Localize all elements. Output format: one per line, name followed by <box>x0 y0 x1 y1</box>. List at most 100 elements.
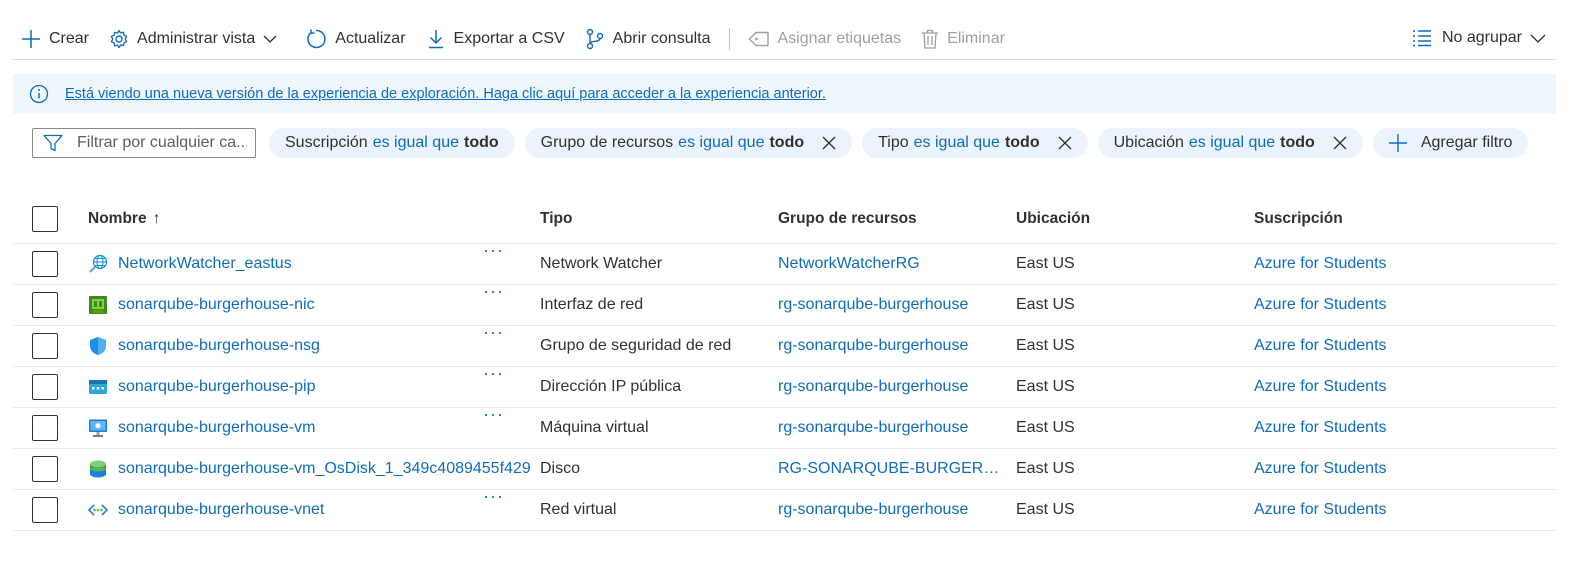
resource-name-link[interactable]: sonarqube-burgerhouse-nsg <box>118 337 320 355</box>
resource-type: Red virtual <box>540 501 617 518</box>
refresh-button[interactable]: Actualizar <box>295 19 415 59</box>
row-checkbox[interactable] <box>32 456 58 482</box>
trash-icon <box>922 29 939 49</box>
subscription-link[interactable]: Azure for Students <box>1254 378 1494 396</box>
filter-pill-location[interactable]: Ubicación es igual que todo <box>1097 127 1363 158</box>
select-all-checkbox[interactable] <box>32 205 58 232</box>
info-banner: Está viendo una nueva versión de la expe… <box>13 74 1556 114</box>
delete-button[interactable]: Eliminar <box>911 19 1015 59</box>
resource-type: Grupo de seguridad de red <box>540 337 732 354</box>
create-label: Crear <box>49 29 90 47</box>
row-checkbox[interactable] <box>32 292 58 318</box>
column-header-location[interactable]: Ubicación <box>1016 210 1254 228</box>
subscription-link[interactable]: Azure for Students <box>1254 501 1494 519</box>
plus-icon <box>1388 133 1407 152</box>
resource-name-link[interactable]: sonarqube-burgerhouse-pip <box>118 378 315 396</box>
info-icon <box>29 84 49 104</box>
network-watcher-icon <box>88 254 108 274</box>
filter-field: Tipo <box>878 133 909 151</box>
network-interface-icon <box>88 295 108 315</box>
assign-tags-label: Asignar etiquetas <box>777 29 902 47</box>
resource-group-link[interactable]: rg-sonarqube-burgerhouse <box>778 378 1016 396</box>
list-icon <box>1412 30 1431 47</box>
table-row: sonarqube-burgerhouse-vm ··· Máquina vir… <box>13 404 1556 449</box>
table-row: sonarqube-burgerhouse-pip ··· Dirección … <box>13 363 1556 408</box>
more-actions-button[interactable]: ··· <box>483 363 504 384</box>
column-header-name[interactable]: Nombre ↑ <box>88 210 540 228</box>
subscription-link[interactable]: Azure for Students <box>1254 419 1494 437</box>
virtual-network-icon <box>88 500 108 520</box>
resource-name-link[interactable]: NetworkWatcher_eastus <box>118 255 292 273</box>
filter-field: Ubicación <box>1113 133 1184 151</box>
resource-type: Disco <box>540 460 581 477</box>
filter-pill-subscription[interactable]: Suscripción es igual que todo <box>269 127 515 158</box>
refresh-label: Actualizar <box>335 29 406 47</box>
filter-search-input[interactable] <box>77 133 247 152</box>
subscription-link[interactable]: Azure for Students <box>1254 296 1494 314</box>
close-icon[interactable] <box>822 136 836 150</box>
column-header-resource-group[interactable]: Grupo de recursos <box>778 210 1016 228</box>
more-actions-button[interactable]: ··· <box>483 404 504 425</box>
resource-group-link[interactable]: rg-sonarqube-burgerhouse <box>778 419 1016 437</box>
row-checkbox[interactable] <box>32 374 58 400</box>
resource-name-link[interactable]: sonarqube-burgerhouse-nic <box>118 296 315 314</box>
table-row: sonarqube-burgerhouse-vm_OsDisk_1_349c40… <box>13 449 1556 490</box>
open-query-label: Abrir consulta <box>612 29 711 47</box>
resource-name-link[interactable]: sonarqube-burgerhouse-vnet <box>118 501 324 519</box>
public-ip-icon <box>88 377 108 397</box>
more-actions-button[interactable]: ··· <box>483 486 504 507</box>
location: East US <box>1016 501 1075 518</box>
resource-type: Dirección IP pública <box>540 378 682 395</box>
subscription-link[interactable]: Azure for Students <box>1254 255 1494 273</box>
add-filter-button[interactable]: Agregar filtro <box>1372 127 1529 158</box>
manage-view-button[interactable]: Administrar vista <box>99 19 295 59</box>
resource-group-link[interactable]: rg-sonarqube-burgerhouse <box>778 296 1016 314</box>
close-icon[interactable] <box>1333 136 1347 150</box>
resource-group-link[interactable]: RG-SONARQUBE-BURGERH... <box>778 460 1016 478</box>
resources-table: Nombre ↑ Tipo Grupo de recursos Ubicació… <box>13 194 1556 531</box>
row-checkbox[interactable] <box>32 251 58 277</box>
resource-group-link[interactable]: rg-sonarqube-burgerhouse <box>778 501 1016 519</box>
more-actions-button[interactable]: ··· <box>483 322 504 343</box>
manage-view-label: Administrar vista <box>137 29 256 47</box>
previous-experience-link[interactable]: Está viendo una nueva versión de la expe… <box>65 86 826 102</box>
row-checkbox[interactable] <box>32 497 58 523</box>
resource-name-link[interactable]: sonarqube-burgerhouse-vm <box>118 419 315 437</box>
row-checkbox[interactable] <box>32 415 58 441</box>
filter-operator: es igual que <box>372 133 459 151</box>
resource-type: Interfaz de red <box>540 296 644 313</box>
filter-funnel-icon <box>43 134 63 151</box>
row-checkbox[interactable] <box>32 333 58 359</box>
assign-tags-button[interactable]: Asignar etiquetas <box>738 19 912 59</box>
close-icon[interactable] <box>1058 136 1072 150</box>
tag-icon <box>748 31 769 46</box>
location: East US <box>1016 419 1075 436</box>
resource-name-link[interactable]: sonarqube-burgerhouse-vm_OsDisk_1_349c40… <box>118 460 531 478</box>
column-header-type[interactable]: Tipo <box>540 210 778 228</box>
subscription-link[interactable]: Azure for Students <box>1254 337 1494 355</box>
resource-group-link[interactable]: rg-sonarqube-burgerhouse <box>778 337 1016 355</box>
location: East US <box>1016 378 1075 395</box>
group-by-dropdown[interactable]: No agrupar <box>1408 18 1550 58</box>
subscription-link[interactable]: Azure for Students <box>1254 460 1494 478</box>
column-header-subscription[interactable]: Suscripción <box>1254 210 1494 228</box>
filter-pill-resource-group[interactable]: Grupo de recursos es igual que todo <box>524 127 853 158</box>
filter-pill-type[interactable]: Tipo es igual que todo <box>862 127 1088 158</box>
export-csv-button[interactable]: Exportar a CSV <box>416 19 575 59</box>
open-query-button[interactable]: Abrir consulta <box>575 19 721 59</box>
create-button[interactable]: Crear <box>13 19 99 59</box>
filter-value: todo <box>1004 133 1040 151</box>
refresh-icon <box>307 29 326 48</box>
column-header-name-label: Nombre <box>88 209 147 227</box>
filter-value: todo <box>769 133 805 151</box>
more-actions-button[interactable]: ··· <box>483 281 504 302</box>
location: East US <box>1016 337 1075 354</box>
gear-icon <box>110 29 128 48</box>
filter-operator: es igual que <box>913 133 1000 151</box>
more-actions-button[interactable]: ··· <box>483 240 504 261</box>
filter-value: todo <box>1280 133 1315 151</box>
table-row: sonarqube-burgerhouse-vnet ··· Red virtu… <box>13 486 1556 531</box>
resource-group-link[interactable]: NetworkWatcherRG <box>778 255 1016 273</box>
chevron-down-icon <box>263 35 277 43</box>
filter-operator: es igual que <box>678 133 765 151</box>
